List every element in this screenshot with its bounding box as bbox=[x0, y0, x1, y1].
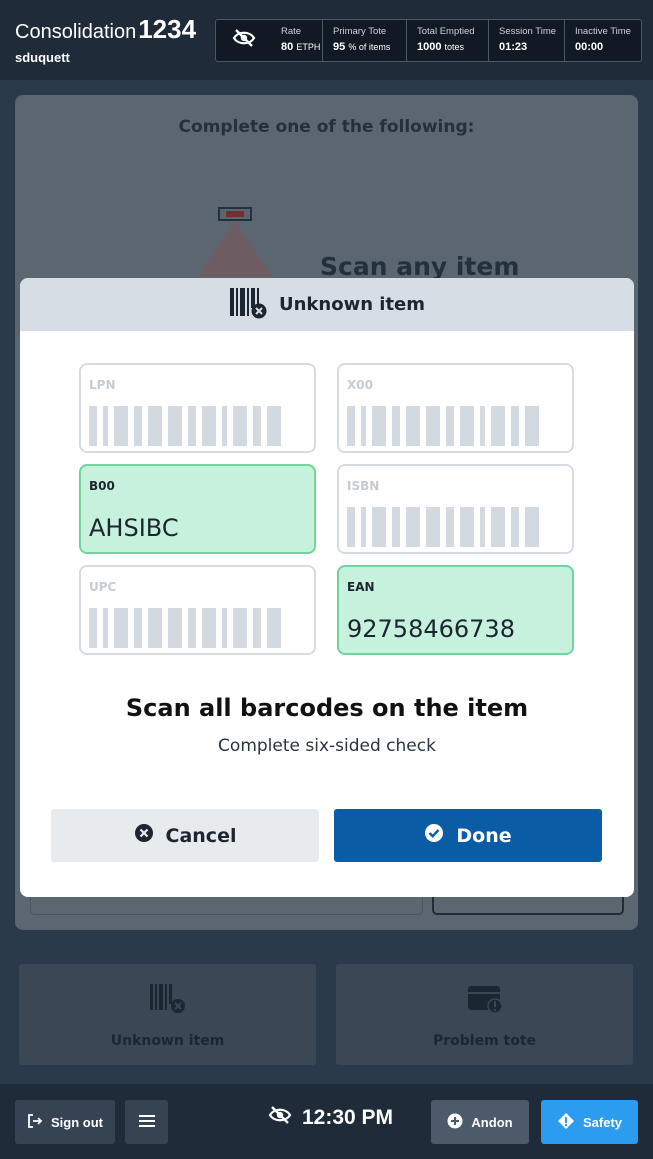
sign-out-button[interactable]: Sign out bbox=[15, 1100, 115, 1144]
scanner-icon bbox=[218, 207, 252, 221]
barcode-card-upc: UPC bbox=[79, 565, 316, 655]
stat-primary-tote: Primary Tote 95 % of items bbox=[323, 20, 407, 61]
andon-button[interactable]: Andon bbox=[431, 1100, 529, 1144]
eye-off-icon bbox=[232, 28, 256, 53]
stat-rate: Rate 80 ETPH bbox=[271, 20, 323, 61]
cancel-button-label: Cancel bbox=[165, 824, 237, 847]
stat-rate-value: 80 ETPH bbox=[281, 41, 322, 53]
barcode-type-label: B00 bbox=[89, 479, 115, 493]
stat-total-emptied-label: Total Emptied bbox=[417, 26, 475, 37]
close-circle-icon bbox=[134, 823, 154, 848]
clock-time: 12:30 PM bbox=[302, 1106, 394, 1129]
stat-inactive-time-label: Inactive Time bbox=[575, 26, 631, 37]
barcode-card-ean: EAN 92758466738 bbox=[337, 565, 574, 655]
barcode-card-b00: B00 AHSIBC bbox=[79, 464, 316, 554]
barcode-placeholder bbox=[89, 608, 281, 648]
stat-primary-tote-value: 95 % of items bbox=[333, 41, 406, 53]
app-name: Consolidation bbox=[15, 21, 137, 43]
modal-title: Unknown item bbox=[278, 294, 426, 315]
safety-diamond-icon bbox=[557, 1112, 575, 1133]
stat-total-emptied-number: 1000 bbox=[417, 41, 442, 53]
barcode-value: 92758466738 bbox=[347, 615, 515, 643]
menu-button[interactable] bbox=[125, 1100, 168, 1144]
modal-sub-instruction: Complete six-sided check bbox=[218, 736, 436, 756]
barcode-card-isbn: ISBN bbox=[337, 464, 574, 554]
andon-label: Andon bbox=[471, 1114, 513, 1130]
plus-circle-icon bbox=[447, 1113, 463, 1132]
username: sduquett bbox=[15, 50, 70, 65]
sign-out-icon bbox=[27, 1113, 43, 1132]
barcode-type-label: X00 bbox=[347, 378, 373, 392]
barcode-type-label: LPN bbox=[89, 378, 116, 392]
problem-tote-action[interactable]: Problem tote bbox=[336, 964, 633, 1065]
unknown-item-action[interactable]: Unknown item bbox=[19, 964, 316, 1065]
stat-inactive-time: Inactive Time 00:00 bbox=[565, 20, 641, 61]
scan-any-item-label: Scan any item bbox=[320, 252, 520, 281]
barcode-card-lpn: LPN bbox=[79, 363, 316, 453]
barcode-type-label: ISBN bbox=[347, 479, 380, 493]
stat-session-time: Session Time 01:23 bbox=[489, 20, 565, 61]
safety-button[interactable]: Safety bbox=[541, 1100, 638, 1144]
cancel-button[interactable]: Cancel bbox=[51, 809, 319, 862]
done-button[interactable]: Done bbox=[334, 809, 602, 862]
unknown-item-modal: Unknown item LPN X00 B00 AHSIBC ISBN UPC… bbox=[20, 278, 634, 897]
workspace-title: Complete one of the following: bbox=[178, 117, 475, 137]
eye-off-icon[interactable] bbox=[268, 1105, 292, 1131]
modal-instruction: Scan all barcodes on the item bbox=[125, 694, 529, 722]
stat-total-emptied-unit: totes bbox=[444, 42, 465, 52]
station-number: 1234 bbox=[138, 14, 197, 44]
hide-stats-toggle[interactable] bbox=[216, 20, 271, 61]
stat-rate-label: Rate bbox=[281, 26, 302, 37]
stat-rate-number: 80 bbox=[281, 41, 294, 53]
clock: 12:30 PM bbox=[268, 1105, 393, 1131]
stat-total-emptied: Total Emptied 1000 totes bbox=[407, 20, 489, 61]
stat-primary-tote-number: 95 bbox=[333, 41, 346, 53]
stat-session-time-label: Session Time bbox=[499, 26, 557, 37]
barcode-placeholder bbox=[347, 507, 539, 547]
tote-alert-icon bbox=[336, 982, 633, 1014]
sign-out-label: Sign out bbox=[51, 1114, 103, 1130]
done-button-label: Done bbox=[456, 824, 512, 847]
barcode-placeholder bbox=[347, 406, 539, 446]
app-title: Consolidation1234 bbox=[15, 14, 196, 45]
stat-session-time-value: 01:23 bbox=[499, 41, 528, 53]
stat-rate-unit: ETPH bbox=[296, 42, 321, 52]
barcode-error-icon bbox=[229, 287, 267, 323]
problem-tote-action-label: Problem tote bbox=[432, 1033, 537, 1049]
stat-primary-tote-unit: % of items bbox=[348, 42, 391, 52]
header-bar: Consolidation1234 sduquett Rate 80 ETPH … bbox=[0, 0, 653, 80]
barcode-error-icon bbox=[19, 982, 316, 1014]
stat-total-emptied-value: 1000 totes bbox=[417, 41, 488, 53]
stat-primary-tote-label: Primary Tote bbox=[333, 26, 387, 37]
barcode-card-x00: X00 bbox=[337, 363, 574, 453]
barcode-value: AHSIBC bbox=[89, 514, 179, 542]
check-circle-icon bbox=[424, 823, 444, 848]
barcode-placeholder bbox=[89, 406, 281, 446]
stats-panel: Rate 80 ETPH Primary Tote 95 % of items … bbox=[215, 19, 642, 62]
modal-header: Unknown item bbox=[20, 278, 634, 331]
safety-label: Safety bbox=[582, 1114, 623, 1130]
barcode-type-label: EAN bbox=[347, 580, 375, 594]
stat-inactive-time-value: 00:00 bbox=[575, 41, 604, 53]
scanner-beam-graphic bbox=[198, 221, 272, 277]
hamburger-menu-icon bbox=[138, 1114, 155, 1131]
unknown-item-action-label: Unknown item bbox=[110, 1033, 225, 1049]
barcode-type-label: UPC bbox=[89, 580, 117, 594]
